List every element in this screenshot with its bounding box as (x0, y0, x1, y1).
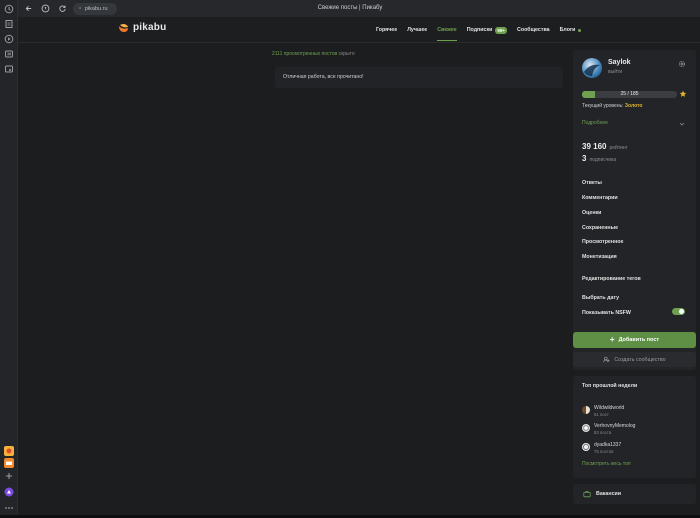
top-user-posts: 75 постов (594, 449, 614, 454)
menu-replies[interactable]: Ответы (582, 180, 602, 186)
menu-viewed[interactable]: Просмотренное (582, 239, 623, 245)
nsfw-toggle[interactable] (672, 308, 685, 315)
avatar (582, 406, 590, 414)
edit-tags-link[interactable]: Редактирование тегов (582, 276, 641, 282)
reload-icon[interactable] (55, 2, 69, 16)
nav-subscriptions[interactable]: Подписки 99+ (466, 17, 508, 43)
app-icon-yellow[interactable] (4, 446, 14, 456)
subscribers-stat[interactable]: 3 подписчика (582, 154, 616, 163)
screenshot-icon[interactable] (4, 64, 14, 74)
nav-communities-label: Сообщества (517, 27, 550, 33)
current-level: Текущий уровень: Золото (582, 103, 642, 109)
3d-icon[interactable] (4, 49, 14, 59)
top-week-title: Топ прошлой недели (582, 383, 638, 389)
level-value: Золото (624, 103, 643, 109)
nav-best-label: Лучшее (407, 27, 428, 33)
subscriptions-badge: 99+ (495, 26, 508, 34)
nav-best[interactable]: Лучшее (407, 17, 427, 43)
app-icon-mail[interactable] (4, 458, 14, 468)
rank-progress-bar: 25 / 185 (582, 91, 677, 98)
nav-fresh[interactable]: Свежее (437, 17, 458, 43)
avatar[interactable] (582, 58, 602, 78)
history-icon[interactable] (4, 4, 14, 14)
menu-monetization[interactable]: Монетизация (582, 254, 617, 260)
chevron-down-icon[interactable] (679, 121, 685, 127)
back-icon[interactable] (21, 2, 35, 16)
nav-hot[interactable]: Горячее (376, 17, 397, 43)
logo-text: pikabu (133, 22, 167, 33)
add-post-label: Добавить пост (618, 337, 660, 343)
create-community-button[interactable]: Создать сообщество (573, 352, 696, 367)
top-user-item[interactable]: VerhovnyMemolog 83 поста (582, 423, 635, 435)
rank-progress-label: 25 / 185 (620, 91, 639, 97)
menu-ratings[interactable]: Оценки (582, 210, 601, 216)
top-week-panel: Топ прошлой недели Wildwildworld 61 пост … (573, 376, 696, 478)
rating-label: рейтинг (609, 145, 628, 151)
pikabu-logo[interactable]: pikabu (118, 22, 166, 33)
hidden-posts-note[interactable]: 2111 просмотренных постов скрыто (272, 51, 355, 57)
nav-subscriptions-label: Подписки (466, 27, 493, 33)
rating-stat: 39 160 рейтинг (582, 142, 628, 151)
rating-value: 39 160 (582, 142, 607, 151)
subscribers-label: подписчика (589, 157, 617, 163)
star-icon (679, 90, 687, 97)
play-icon[interactable] (4, 34, 14, 44)
site-header: pikabu Горячее Лучшее Свежее Подписки 99+… (18, 17, 700, 43)
add-icon[interactable] (4, 471, 14, 481)
avatar (582, 443, 590, 451)
briefcase-icon (583, 491, 591, 498)
community-icon (603, 356, 611, 363)
top-user-name: VerhovnyMemolog (594, 423, 636, 429)
pikabu-logo-icon (119, 23, 128, 32)
choose-date-link[interactable]: Выбрать дату (582, 295, 619, 301)
add-post-button[interactable]: + Добавить пост (573, 332, 696, 348)
level-prefix: Текущий уровень: (582, 103, 624, 109)
username[interactable]: Saylok (608, 59, 631, 66)
more-icon[interactable] (4, 503, 14, 513)
nav-communities[interactable]: Сообщества (517, 17, 550, 43)
top-user-name: dyadka1337 (594, 442, 622, 448)
gear-icon[interactable] (678, 60, 686, 68)
logout-link[interactable]: выйти (608, 69, 622, 75)
protect-icon[interactable] (38, 2, 52, 16)
top-user-item[interactable]: Wildwildworld 61 пост (582, 405, 624, 417)
view-all-top-link[interactable]: Посмотреть весь топ (582, 461, 631, 467)
url-text: pikabu.ru (84, 5, 108, 12)
top-user-posts: 83 поста (594, 430, 612, 435)
site-info-icon: ᵃ (79, 5, 81, 12)
browser-toolbar: ᵃ pikabu.ru (18, 0, 700, 17)
subscribers-value: 3 (582, 154, 587, 163)
nav-blogs-label: Блоги (559, 27, 576, 33)
alice-icon[interactable] (4, 487, 14, 497)
main-nav: Горячее Лучшее Свежее Подписки 99+ Сообще… (376, 17, 582, 43)
menu-saved[interactable]: Сохраненные (582, 225, 618, 231)
all-read-message: Отличная работа, все прочитано! (275, 67, 563, 88)
vacancies-label: Вакансии (596, 491, 622, 497)
vacancies-link[interactable]: Вакансии (573, 484, 696, 504)
hidden-suffix: скрыто (338, 51, 355, 57)
create-community-label: Создать сообщество (614, 356, 666, 363)
nav-fresh-label: Свежее (437, 27, 457, 33)
nav-blogs[interactable]: Блоги (560, 17, 582, 43)
address-bar[interactable]: ᵃ pikabu.ru (73, 2, 117, 15)
nav-hot-label: Горячее (376, 27, 398, 33)
menu-comments[interactable]: Комментарии (582, 195, 618, 201)
profile-panel: Saylok выйти 25 / 185 Текущий уровень: З… (573, 50, 696, 370)
collections-icon[interactable] (4, 19, 14, 29)
plus-icon: + (609, 335, 615, 344)
top-user-item[interactable]: dyadka1337 75 постов (582, 442, 621, 454)
top-user-posts: 61 пост (594, 412, 609, 417)
blogs-new-dot (578, 28, 582, 32)
browser-sidebar (0, 0, 18, 518)
hidden-count: 2111 просмотренных постов (272, 51, 338, 57)
details-toggle[interactable]: Подробнее (582, 120, 608, 126)
avatar (582, 424, 590, 432)
nsfw-label: Показывать NSFW (582, 310, 631, 316)
top-user-name: Wildwildworld (594, 405, 625, 411)
